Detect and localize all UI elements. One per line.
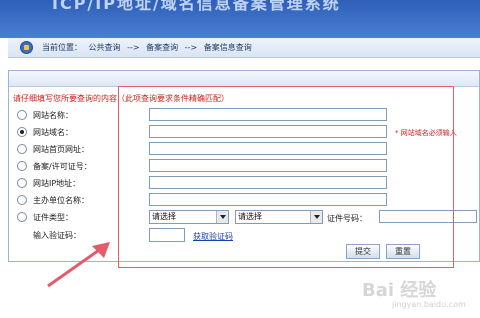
watermark-url: jingyan.baidu.com [392, 300, 466, 309]
annotation-arrow-icon [47, 242, 110, 288]
watermark-logo: Bai 经验 [362, 280, 437, 301]
